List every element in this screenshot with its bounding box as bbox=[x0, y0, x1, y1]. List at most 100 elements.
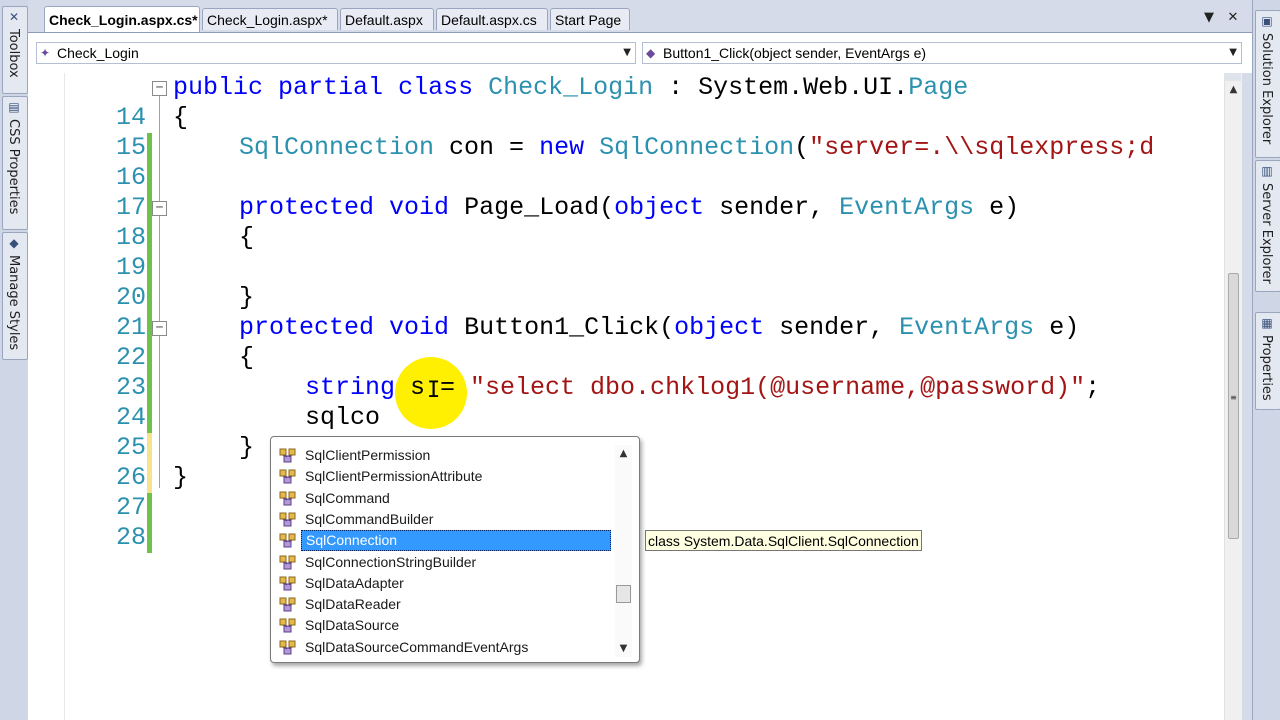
quick-info-tooltip: class System.Data.SqlClient.SqlConnectio… bbox=[645, 530, 922, 551]
code-text: { bbox=[239, 343, 255, 372]
completion-item-label: SqlDataReader bbox=[305, 596, 401, 613]
completion-item[interactable]: SqlCommand bbox=[279, 488, 611, 509]
server-explorer-icon: ▥ bbox=[1261, 164, 1273, 178]
document-tab-strip: Check_Login.aspx.cs* Check_Login.aspx* D… bbox=[28, 0, 1252, 33]
class-icon bbox=[279, 640, 296, 655]
completion-item-label: SqlCommand bbox=[305, 489, 390, 506]
css-properties-tab[interactable]: ▤ CSS Properties bbox=[2, 96, 28, 230]
completion-scrollbar[interactable]: ▲ ▼ bbox=[615, 445, 632, 657]
class-icon: ✦ bbox=[40, 46, 51, 60]
class-combo-value: Check_Login bbox=[57, 45, 139, 61]
scroll-up-icon[interactable]: ▲ bbox=[1225, 81, 1242, 98]
code-line: 16 SqlConnection con = new SqlConnection… bbox=[28, 133, 1224, 223]
completion-item[interactable]: SqlDataSourceCommandEventArgs bbox=[279, 637, 611, 658]
scrollbar-thumb[interactable] bbox=[1228, 273, 1239, 539]
splitter-handle[interactable] bbox=[1224, 73, 1241, 81]
completion-item[interactable]: SqlClientPermission bbox=[279, 445, 611, 466]
code-text: } bbox=[239, 283, 255, 312]
code-text: public partial class Check_Login : Syste… bbox=[173, 73, 969, 102]
solution-explorer-icon: ▣ bbox=[1261, 14, 1273, 28]
code-text: protected void Button1_Click(object send… bbox=[239, 313, 1080, 342]
completion-item-label: SqlConnection bbox=[301, 530, 611, 552]
chevron-down-icon: ▼ bbox=[623, 47, 631, 58]
manage-styles-tab[interactable]: ◆ Manage Styles bbox=[2, 232, 28, 360]
completion-item[interactable]: SqlClientPermissionAttribute bbox=[279, 466, 611, 487]
completion-item[interactable]: SqlDataAdapter bbox=[279, 573, 611, 594]
code-line: 19 { bbox=[28, 223, 1224, 313]
completion-item[interactable]: SqlDataSource bbox=[279, 615, 611, 636]
completion-item-label: SqlDataAdapter bbox=[305, 574, 404, 591]
completion-item[interactable]: SqlConnection bbox=[279, 530, 611, 552]
completion-item[interactable]: SqlConnectionStringBuilder bbox=[279, 552, 611, 573]
class-icon bbox=[279, 555, 296, 569]
text-cursor-icon: I bbox=[427, 378, 441, 403]
completion-item-label: SqlClientPermission bbox=[305, 447, 431, 463]
code-text: SqlConnection con = new SqlConnection("s… bbox=[239, 133, 1155, 162]
code-text: sqlco bbox=[305, 403, 381, 432]
code-text: } bbox=[173, 463, 189, 492]
tab-default-aspx[interactable]: Default.aspx bbox=[340, 8, 434, 30]
properties-label: Properties bbox=[1259, 335, 1274, 401]
code-line: 22 − protected void Button1_Click(object… bbox=[28, 313, 1224, 403]
code-line: 17 bbox=[28, 163, 1224, 253]
solution-explorer-tab[interactable]: ▣ Solution Explorer bbox=[1255, 10, 1280, 158]
code-text: } bbox=[239, 433, 255, 462]
collapse-icon[interactable]: − bbox=[152, 81, 167, 96]
class-icon bbox=[279, 533, 296, 548]
manage-styles-icon: ◆ bbox=[9, 236, 19, 250]
member-combo-value: Button1_Click(object sender, EventArgs e… bbox=[663, 45, 927, 61]
method-icon: ◆ bbox=[646, 46, 656, 60]
intellisense-completion-list[interactable]: SqlClientPermission SqlClientPermissionAt… bbox=[270, 436, 640, 663]
left-dock: ✕ Toolbox ▤ CSS Properties ◆ Manage Styl… bbox=[0, 0, 29, 720]
solution-explorer-label: Solution Explorer bbox=[1259, 33, 1274, 145]
class-icon bbox=[279, 618, 296, 633]
line-number: 28 bbox=[115, 523, 146, 552]
css-properties-label: CSS Properties bbox=[6, 119, 21, 215]
tab-start-page[interactable]: Start Page bbox=[550, 8, 630, 30]
code-line: 20 bbox=[28, 253, 1224, 343]
collapse-icon[interactable]: − bbox=[152, 321, 167, 336]
scroll-down-icon[interactable]: ▼ bbox=[615, 640, 632, 657]
server-explorer-tab[interactable]: ▥ Server Explorer bbox=[1255, 160, 1280, 292]
code-line: 15 { bbox=[28, 103, 1224, 193]
code-text: string s = "select dbo.chklog1(@username… bbox=[305, 373, 1101, 402]
class-icon bbox=[279, 576, 296, 591]
class-icon bbox=[279, 512, 296, 527]
completion-item-label: SqlCommandBuilder bbox=[305, 510, 434, 527]
right-dock: ▣ Solution Explorer ▥ Server Explorer ▦ … bbox=[1252, 0, 1280, 720]
chevron-down-icon[interactable]: ▼ bbox=[1200, 9, 1218, 27]
completion-scrollbar-thumb[interactable] bbox=[616, 585, 631, 603]
code-text: protected void Page_Load(object sender, … bbox=[239, 193, 1020, 222]
completion-item[interactable]: SqlCommandBuilder bbox=[279, 509, 611, 530]
close-icon[interactable]: ✕ bbox=[1224, 9, 1242, 27]
tab-check-login-aspx-cs[interactable]: Check_Login.aspx.cs* bbox=[44, 6, 200, 32]
class-icon bbox=[279, 597, 296, 612]
class-icon bbox=[279, 491, 296, 506]
member-combo[interactable]: ◆ Button1_Click(object sender, EventArgs… bbox=[642, 42, 1242, 64]
properties-tab[interactable]: ▦ Properties bbox=[1255, 312, 1280, 410]
class-combo[interactable]: ✦ Check_Login ▼ bbox=[36, 42, 636, 64]
toolbox-tab[interactable]: ✕ Toolbox bbox=[2, 6, 28, 94]
chevron-down-icon: ▼ bbox=[1229, 47, 1237, 58]
completion-item-label: SqlConnectionStringBuilder bbox=[305, 553, 477, 570]
code-line: 25 sqlco bbox=[28, 403, 1224, 493]
code-line: 23 { bbox=[28, 343, 1224, 433]
scroll-up-icon[interactable]: ▲ bbox=[615, 445, 632, 462]
code-text: { bbox=[173, 103, 189, 132]
completion-item[interactable]: SqlDataReader bbox=[279, 594, 611, 615]
server-explorer-label: Server Explorer bbox=[1259, 183, 1274, 284]
toolbox-icon: ✕ bbox=[8, 10, 20, 24]
code-line: 21 } bbox=[28, 283, 1224, 373]
editor-vertical-scrollbar[interactable]: ▲ ≡ bbox=[1224, 73, 1242, 720]
properties-icon: ▦ bbox=[1261, 316, 1273, 330]
collapse-icon[interactable]: − bbox=[152, 201, 167, 216]
css-properties-icon: ▤ bbox=[8, 100, 20, 114]
completion-item-label: SqlDataSource bbox=[305, 617, 400, 634]
code-line-24-overlay: string s = "select dbo.chklog1(@username… bbox=[28, 373, 1224, 403]
tab-default-aspx-cs[interactable]: Default.aspx.cs bbox=[436, 8, 548, 30]
scroll-grip-icon: ≡ bbox=[1230, 393, 1237, 402]
code-line: 18 − protected void Page_Load(object sen… bbox=[28, 193, 1224, 283]
code-text: { bbox=[239, 223, 255, 252]
manage-styles-label: Manage Styles bbox=[6, 255, 21, 351]
tab-check-login-aspx[interactable]: Check_Login.aspx* bbox=[202, 8, 338, 30]
